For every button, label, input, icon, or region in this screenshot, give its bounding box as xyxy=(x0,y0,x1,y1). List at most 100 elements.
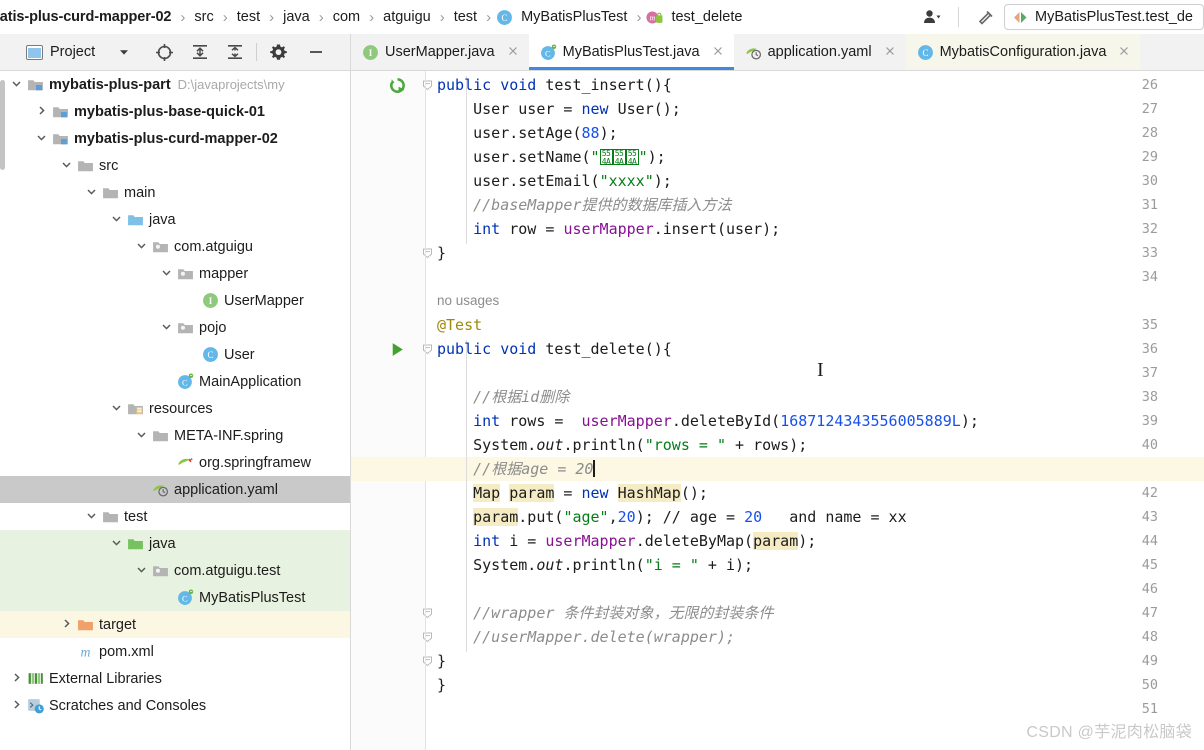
breadcrumb-item-atguigu[interactable]: atguigu xyxy=(378,0,436,34)
tree-node-com.atguigu.test[interactable]: com.atguigu.test xyxy=(0,557,351,584)
breadcrumb-item-mybatisplustest[interactable]: C MyBatisPlusTest xyxy=(495,0,632,34)
minimize-icon[interactable] xyxy=(301,38,330,67)
code-content[interactable]: no usages public void test_insert(){ User… xyxy=(351,71,1204,750)
gear-icon[interactable] xyxy=(264,38,293,67)
code-fold-marker[interactable] xyxy=(419,625,435,649)
tree-node-com.atguigu[interactable]: com.atguigu xyxy=(0,233,351,260)
chevron-down-icon[interactable] xyxy=(158,321,175,335)
project-tree[interactable]: mybatis-plus-part D:\javaprojects\my mybat… xyxy=(0,71,351,750)
editor-tab-mybatisconfiguration-java[interactable]: C MybatisConfiguration.java xyxy=(905,34,1141,70)
chevron-down-icon[interactable] xyxy=(83,510,100,524)
project-tree-scrollbar[interactable] xyxy=(0,80,5,170)
collapse-all-icon[interactable] xyxy=(220,38,249,67)
tree-node-src[interactable]: src xyxy=(0,152,351,179)
chevron-down-icon[interactable] xyxy=(133,564,150,578)
code-line-27[interactable]: User user = new User(); xyxy=(437,97,681,121)
project-panel-title-group[interactable]: Project xyxy=(0,44,95,60)
code-fold-marker[interactable] xyxy=(419,601,435,625)
chevron-down-icon[interactable] xyxy=(83,186,100,200)
code-line-28[interactable]: user.setAge(88); xyxy=(437,121,618,145)
tree-node-meta-inf.spring[interactable]: META-INF.spring xyxy=(0,422,351,449)
code-line-43[interactable]: param.put("age",20); // age = 20 and nam… xyxy=(437,505,907,529)
code-line-50[interactable]: } xyxy=(437,673,446,697)
chevron-down-icon[interactable] xyxy=(108,213,125,227)
run-play-green-icon[interactable] xyxy=(386,337,408,361)
editor-gutter[interactable] xyxy=(351,71,425,750)
code-line-38[interactable]: //根据id删除 xyxy=(437,385,569,409)
tree-node-pojo[interactable]: pojo xyxy=(0,314,351,341)
code-line-30[interactable]: user.setEmail("xxxx"); xyxy=(437,169,672,193)
code-line-41[interactable]: //根据age = 20 xyxy=(437,457,596,481)
breadcrumb-item-src[interactable]: src xyxy=(189,0,218,34)
code-line-39[interactable]: int rows = userMapper.deleteById(1687124… xyxy=(437,409,979,433)
chevron-down-icon[interactable] xyxy=(8,78,25,92)
tree-node-mapper[interactable]: mapper xyxy=(0,260,351,287)
tree-node-scratches-and-consoles[interactable]: Scratches and Consoles xyxy=(0,692,351,719)
tree-node-mybatisplustest[interactable]: C MyBatisPlusTest xyxy=(0,584,351,611)
close-icon[interactable] xyxy=(883,44,897,61)
code-line-45[interactable]: System.out.println("i = " + i); xyxy=(437,553,753,577)
breadcrumb-item-java[interactable]: java xyxy=(278,0,315,34)
chevron-right-icon[interactable] xyxy=(8,699,25,713)
chevron-down-icon[interactable] xyxy=(109,38,138,67)
tree-node-application.yaml[interactable]: application.yaml xyxy=(0,476,351,503)
run-test-green-icon[interactable] xyxy=(386,73,408,97)
code-line-47[interactable]: //wrapper 条件封装对象，无限的封装条件 xyxy=(437,601,773,625)
chevron-down-icon[interactable] xyxy=(133,429,150,443)
code-line-49[interactable]: } xyxy=(437,649,446,673)
tree-node-mybatis-plus-base-quick-01[interactable]: mybatis-plus-base-quick-01 xyxy=(0,98,351,125)
chevron-down-icon[interactable] xyxy=(108,537,125,551)
code-line-31[interactable]: //baseMapper提供的数据库插入方法 xyxy=(437,193,731,217)
breadcrumb-item-test-delete[interactable]: m test_delete xyxy=(645,0,747,34)
tree-node-mybatis-plus-curd-mapper-02[interactable]: mybatis-plus-curd-mapper-02 xyxy=(0,125,351,152)
chevron-down-icon[interactable] xyxy=(158,267,175,281)
code-line-44[interactable]: int i = userMapper.deleteByMap(param); xyxy=(437,529,816,553)
code-fold-marker[interactable] xyxy=(419,649,435,673)
breadcrumb-item-batis-plus-curd-mapper-02[interactable]: batis-plus-curd-mapper-02 xyxy=(0,0,176,34)
editor-tab-bar[interactable]: I UserMapper.java C MyBatisPlusTest.java app… xyxy=(351,34,1204,71)
breadcrumb-item-test[interactable]: test xyxy=(232,0,265,34)
code-line-35[interactable]: @Test xyxy=(437,313,482,337)
code-line-32[interactable]: int row = userMapper.insert(user); xyxy=(437,217,780,241)
tree-node-java[interactable]: java xyxy=(0,206,351,233)
tree-node-mybatis-plus-part[interactable]: mybatis-plus-part D:\javaprojects\my xyxy=(0,71,351,98)
tree-node-usermapper[interactable]: I UserMapper xyxy=(0,287,351,314)
tree-node-main[interactable]: main xyxy=(0,179,351,206)
run-configuration-selector[interactable]: MyBatisPlusTest.test_de xyxy=(1004,4,1204,30)
tree-node-java[interactable]: java xyxy=(0,530,351,557)
expand-all-icon[interactable] xyxy=(185,38,214,67)
chevron-right-icon[interactable] xyxy=(58,618,75,632)
tree-node-mainapplication[interactable]: C MainApplication xyxy=(0,368,351,395)
user-account-icon[interactable] xyxy=(915,3,949,32)
chevron-down-icon[interactable] xyxy=(33,132,50,146)
code-line-29[interactable]: user.setName(" 55 4A55 4A55 4A "); xyxy=(437,145,666,169)
chevron-down-icon[interactable] xyxy=(108,402,125,416)
tree-node-target[interactable]: target xyxy=(0,611,351,638)
code-editor[interactable]: 2627282930313233343536373839404142434445… xyxy=(351,71,1204,750)
code-line-48[interactable]: //userMapper.delete(wrapper); xyxy=(437,625,735,649)
tree-node-external-libraries[interactable]: External Libraries xyxy=(0,665,351,692)
code-fold-marker[interactable] xyxy=(419,73,435,97)
chevron-down-icon[interactable] xyxy=(58,159,75,173)
chevron-right-icon[interactable] xyxy=(8,672,25,686)
close-icon[interactable] xyxy=(506,44,520,61)
code-fold-marker[interactable] xyxy=(419,241,435,265)
close-icon[interactable] xyxy=(711,44,725,61)
code-line-42[interactable]: Map param = new HashMap(); xyxy=(437,481,708,505)
tree-node-test[interactable]: test xyxy=(0,503,351,530)
tree-node-org.springframew[interactable]: org.springframew xyxy=(0,449,351,476)
breadcrumb-item-test[interactable]: test xyxy=(449,0,482,34)
code-line-26[interactable]: public void test_insert(){ xyxy=(437,73,672,97)
code-line-36[interactable]: public void test_delete(){ xyxy=(437,337,672,361)
tree-node-resources[interactable]: resources xyxy=(0,395,351,422)
tree-node-user[interactable]: C User xyxy=(0,341,351,368)
chevron-right-icon[interactable] xyxy=(33,105,50,119)
close-icon[interactable] xyxy=(1117,44,1131,61)
code-line-33[interactable]: } xyxy=(437,241,446,265)
code-fold-marker[interactable] xyxy=(419,337,435,361)
breadcrumb-item-com[interactable]: com xyxy=(328,0,365,34)
editor-tab-mybatisplustest-java[interactable]: C MyBatisPlusTest.java xyxy=(528,34,734,70)
editor-tab-application-yaml[interactable]: application.yaml xyxy=(734,34,906,70)
chevron-down-icon[interactable] xyxy=(133,240,150,254)
editor-tab-usermapper-java[interactable]: I UserMapper.java xyxy=(351,34,529,70)
